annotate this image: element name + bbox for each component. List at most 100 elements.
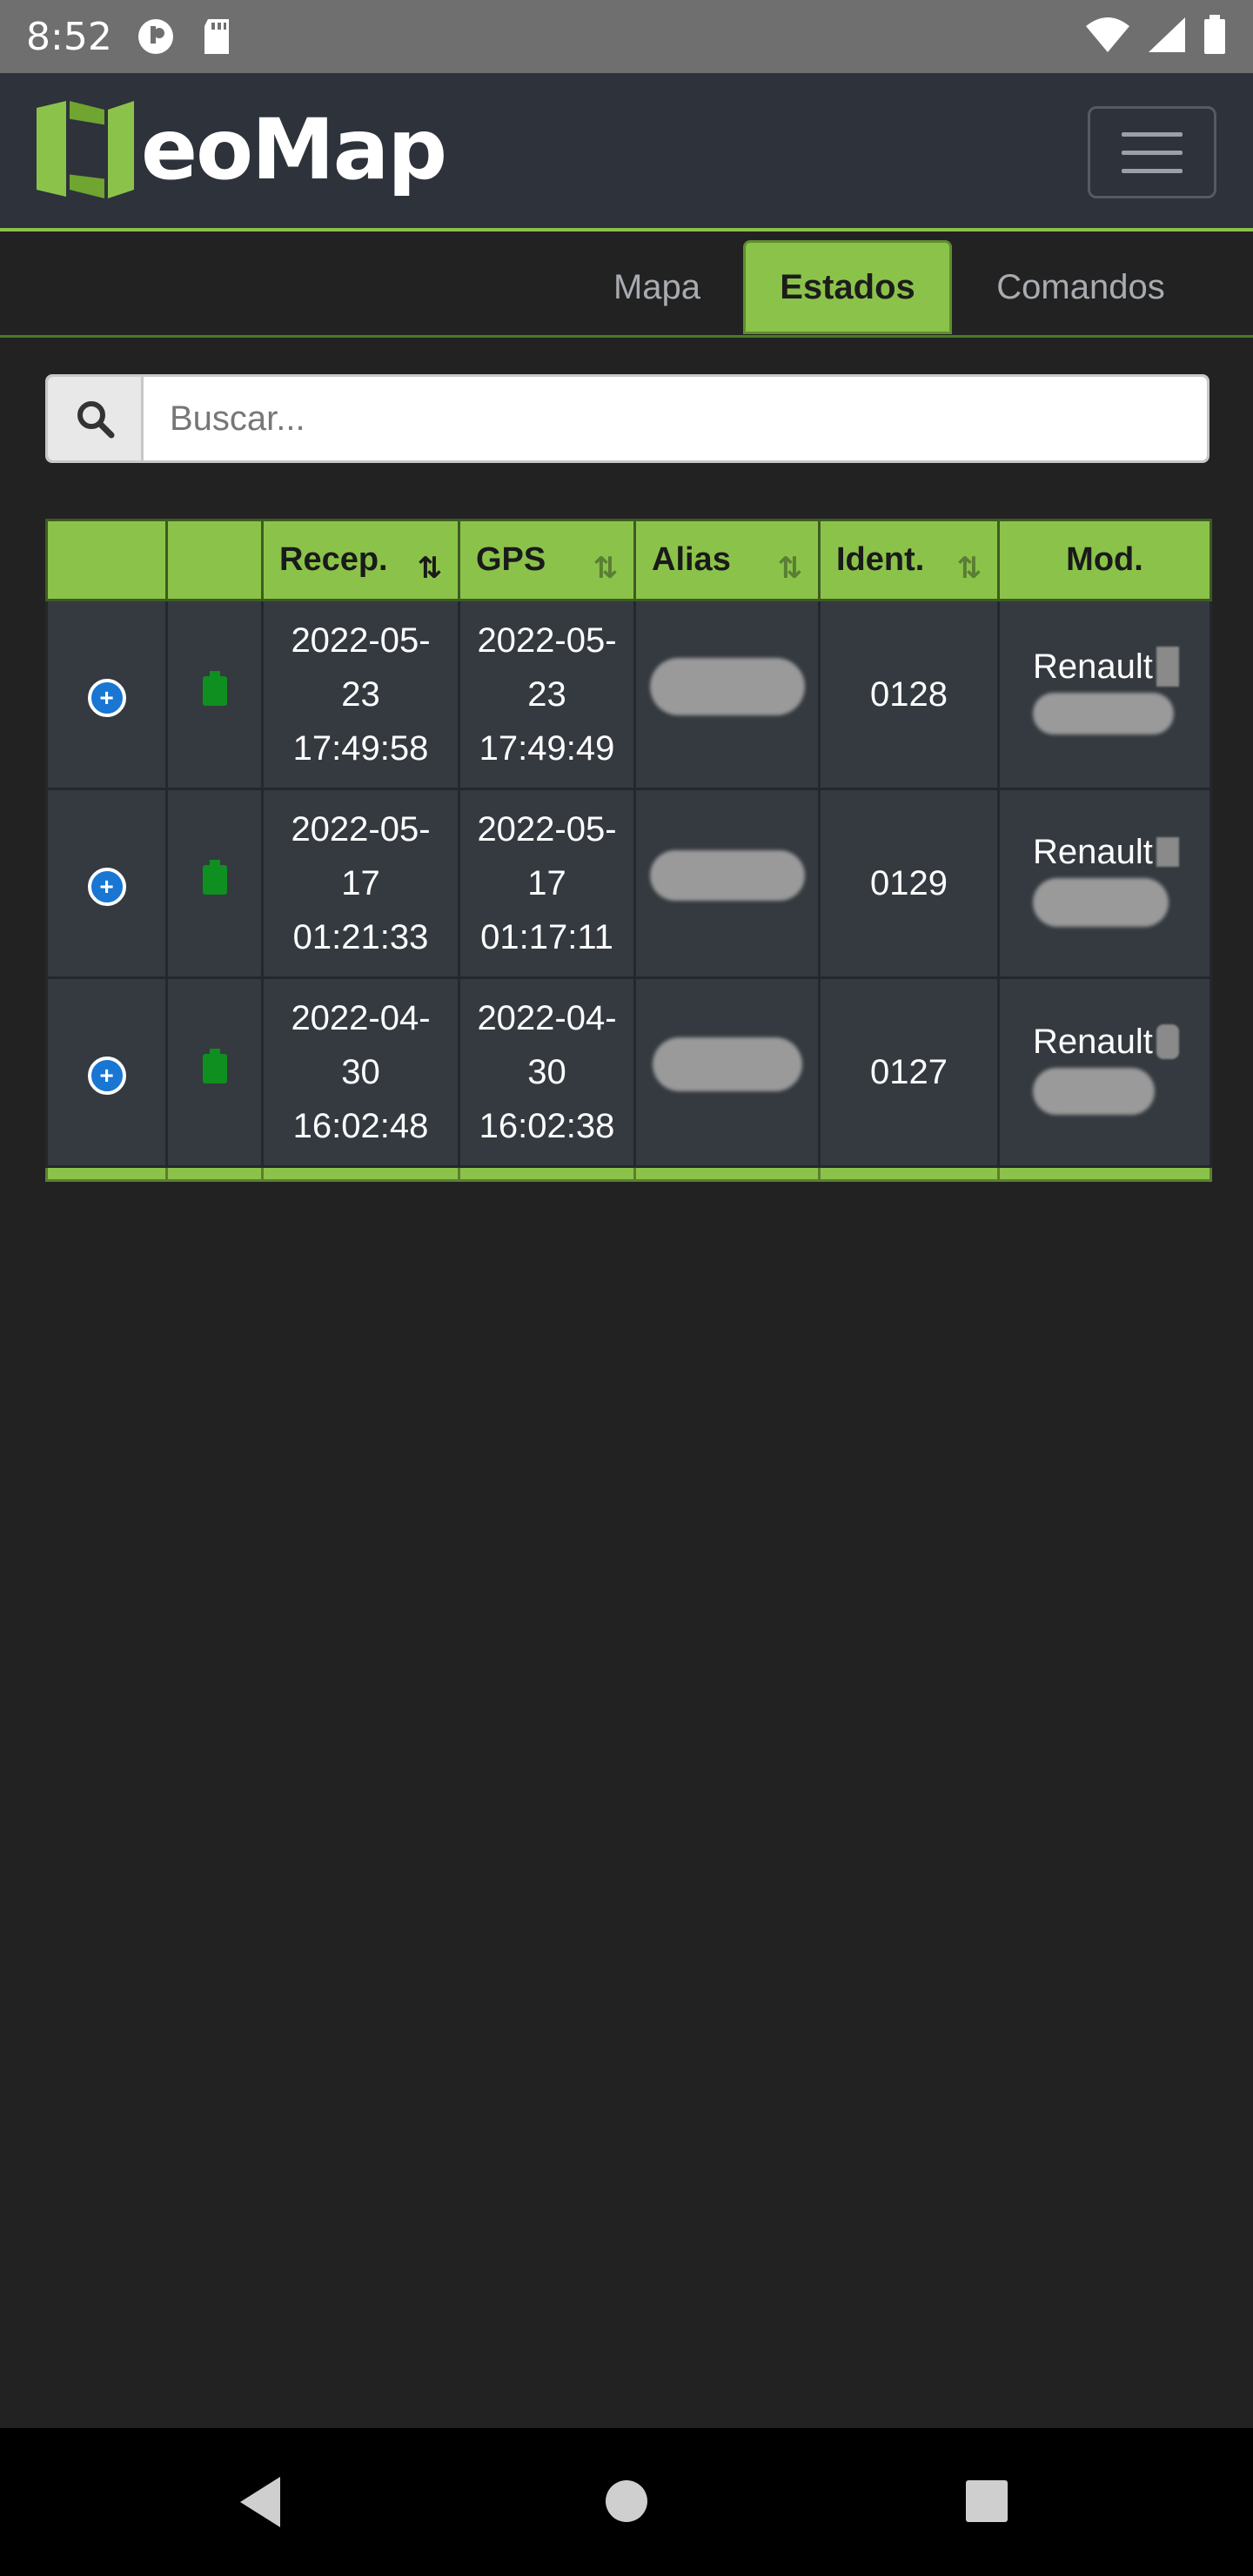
model-name: Renault [1033,647,1153,686]
alias-cell [633,976,821,1168]
gps-cell: 2022-05- 17 01:17:11 [458,788,636,979]
gps-date: 2022-05- [477,621,617,660]
main-tabs: Mapa Estados Comandos [0,235,1253,338]
hamburger-menu-icon [1122,131,1183,137]
table-footer-row [45,1165,1212,1182]
states-table-wrapper: Recep. ⇅ GPS ⇅ Alias ⇅ Ident. ⇅ Mod. + 2… [45,519,1212,1182]
recents-icon[interactable] [964,2479,1009,2524]
expand-cell: + [45,599,168,790]
redacted-model [1033,1067,1155,1115]
gps-time: 17:49:49 [479,729,615,768]
ident-cell: 0128 [818,599,1000,790]
alias-cell [633,788,821,979]
col-header-expand [45,519,168,601]
expand-row-button[interactable]: + [87,868,126,906]
map-logo-icon [37,101,134,198]
ident-cell: 0127 [818,976,1000,1168]
table-row: + 2022-04- 30 16:02:48 2022-04- 30 16:02… [45,976,1212,1168]
col-header-ident[interactable]: Ident. ⇅ [818,519,1000,601]
gps-day: 17 [527,864,566,902]
recep-date: 2022-04- [291,999,431,1037]
battery-status-icon [202,860,227,895]
sort-icon[interactable]: ⇅ [957,551,982,586]
menu-toggle-button[interactable] [1088,106,1216,198]
footer-cell [633,1165,821,1182]
alias-cell [633,599,821,790]
col-header-status [165,519,264,601]
expand-row-button[interactable]: + [87,679,126,717]
redacted-alias [649,658,805,715]
col-header-alias[interactable]: Alias ⇅ [633,519,821,601]
battery-status-icon [202,1049,227,1083]
recep-date: 2022-05- [291,810,431,849]
tab-comandos[interactable]: Comandos [957,240,1204,334]
logo-text: eoMap [141,101,447,198]
system-nav-bar [0,2428,1253,2576]
table-header-row: Recep. ⇅ GPS ⇅ Alias ⇅ Ident. ⇅ Mod. [45,519,1212,601]
search-icon [77,401,114,439]
tab-estados[interactable]: Estados [743,240,952,334]
gps-date: 2022-04- [477,999,617,1037]
signal-icon [1147,16,1187,58]
footer-cell [165,1165,264,1182]
gps-cell: 2022-05- 23 17:49:49 [458,599,636,790]
sort-icon[interactable]: ⇅ [418,551,443,586]
gps-date: 2022-05- [477,810,617,849]
battery-icon [1203,14,1227,59]
recep-cell: 2022-04- 30 16:02:48 [261,976,460,1168]
gps-cell: 2022-04- 30 16:02:38 [458,976,636,1168]
model-name: Renault [1033,832,1153,871]
status-cell [165,976,264,1168]
col-header-gps-label: GPS [476,541,546,578]
status-cell [165,599,264,790]
model-cell: Renault [997,976,1212,1168]
recep-day: 23 [341,675,380,714]
tab-mapa[interactable]: Mapa [574,240,740,334]
notification-icon [135,16,177,57]
states-table: Recep. ⇅ GPS ⇅ Alias ⇅ Ident. ⇅ Mod. + 2… [45,519,1212,1182]
expand-cell: + [45,976,168,1168]
recep-date: 2022-05- [291,621,431,660]
footer-cell [818,1165,1000,1182]
hamburger-line [1122,150,1183,155]
status-time: 8:52 [26,14,112,59]
expand-cell: + [45,788,168,979]
redacted-model-suffix [1156,646,1179,687]
sort-icon[interactable]: ⇅ [778,551,803,586]
gps-time: 16:02:38 [479,1107,615,1145]
wifi-icon [1084,16,1131,58]
model-cell: Renault [997,788,1212,979]
back-icon[interactable] [235,2473,287,2531]
col-header-model: Mod. [997,519,1212,601]
geomap-logo[interactable]: eoMap [35,99,447,200]
table-row: + 2022-05- 23 17:49:58 2022-05- 23 17:49… [45,599,1212,790]
col-header-gps[interactable]: GPS ⇅ [458,519,636,601]
recep-day: 17 [341,864,380,902]
col-header-alias-label: Alias [652,541,731,578]
redacted-model-suffix [1156,836,1179,867]
gps-day: 30 [527,1053,566,1091]
redacted-alias [652,1037,802,1091]
recep-day: 30 [341,1053,380,1091]
status-bar: 8:52 [0,0,1253,73]
sort-icon[interactable]: ⇅ [593,551,619,586]
ident-cell: 0129 [818,788,1000,979]
gps-day: 23 [527,675,566,714]
footer-cell [458,1165,636,1182]
recep-time: 01:21:33 [292,918,429,956]
hamburger-line [1122,168,1183,173]
footer-cell [45,1165,168,1182]
search-button[interactable] [48,377,144,460]
model-cell: Renault [997,599,1212,790]
search-input[interactable] [144,377,1207,460]
home-icon[interactable] [604,2479,649,2524]
redacted-alias [649,850,805,901]
recep-time: 16:02:48 [292,1107,429,1145]
footer-cell [997,1165,1212,1182]
expand-row-button[interactable]: + [87,1057,126,1095]
status-cell [165,788,264,979]
recep-time: 17:49:58 [292,729,429,768]
col-header-recep[interactable]: Recep. ⇅ [261,519,460,601]
model-name: Renault [1033,1022,1153,1061]
footer-cell [261,1165,460,1182]
